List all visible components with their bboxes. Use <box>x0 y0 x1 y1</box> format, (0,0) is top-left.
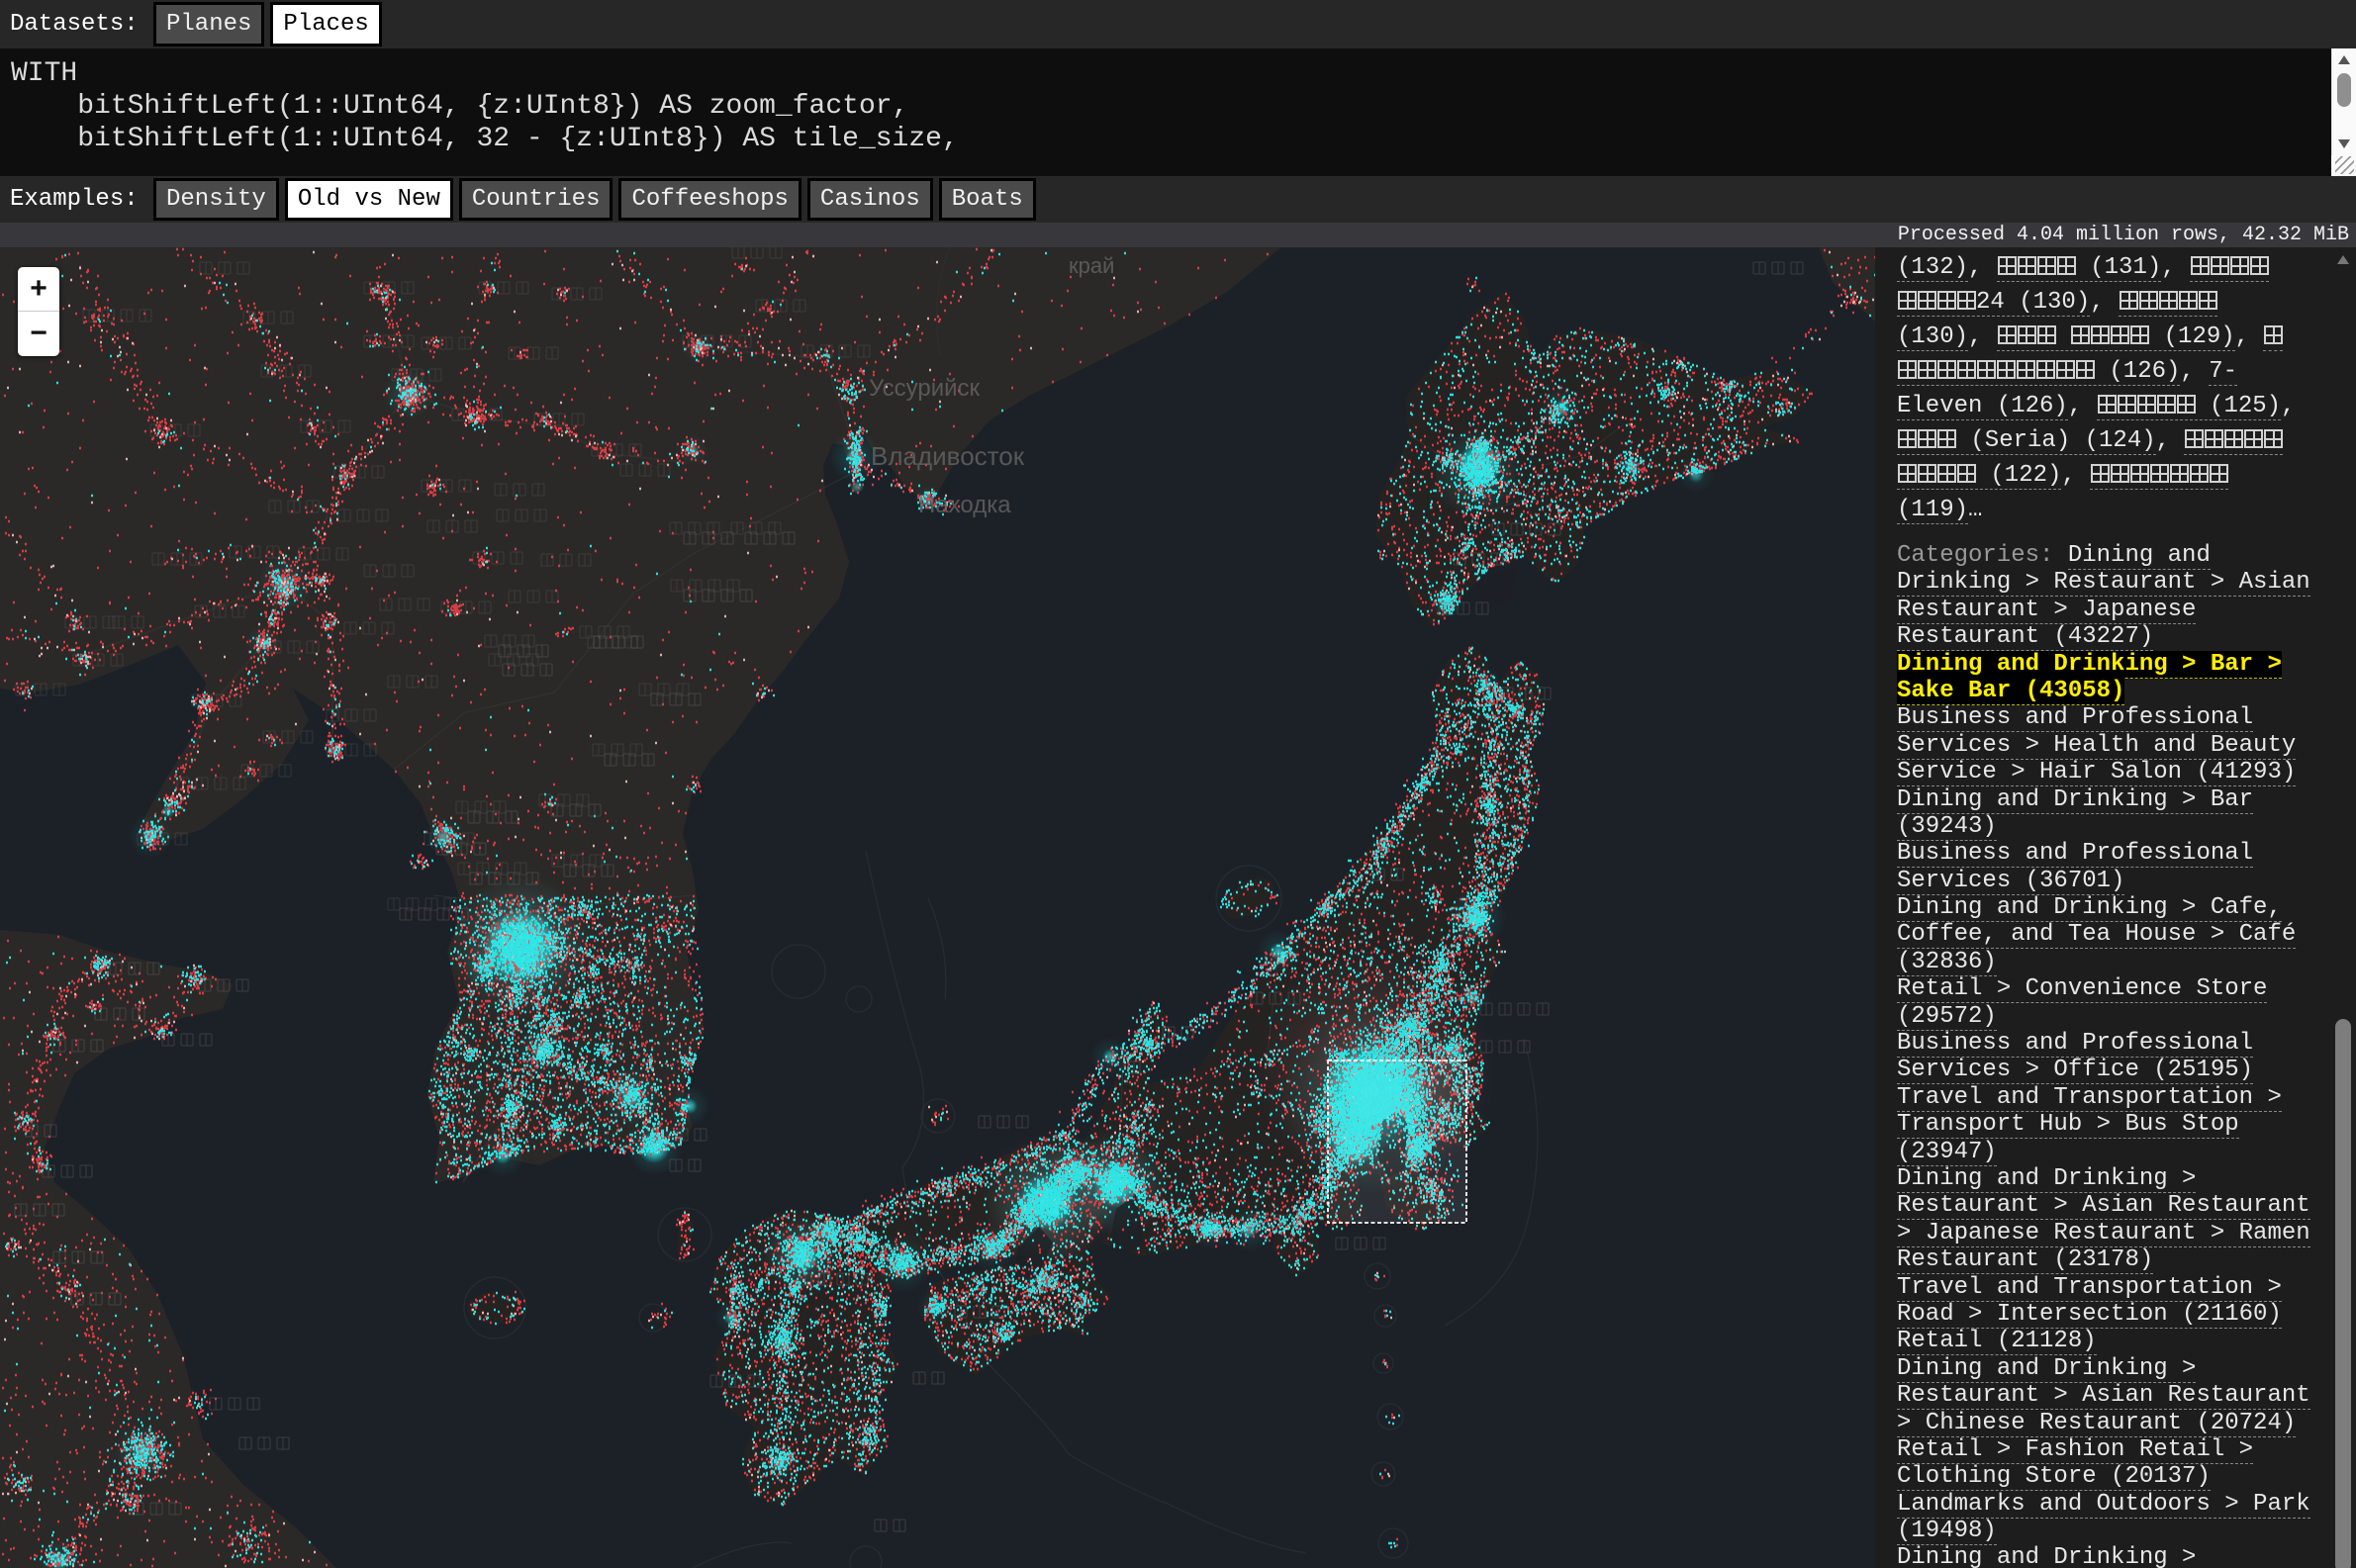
svg-text:край: край <box>1069 253 1114 278</box>
svg-text:Находка: Находка <box>918 492 1011 518</box>
svg-text:Уссурийск: Уссурийск <box>869 375 981 402</box>
svg-text:Владивосток: Владивосток <box>871 441 1025 471</box>
